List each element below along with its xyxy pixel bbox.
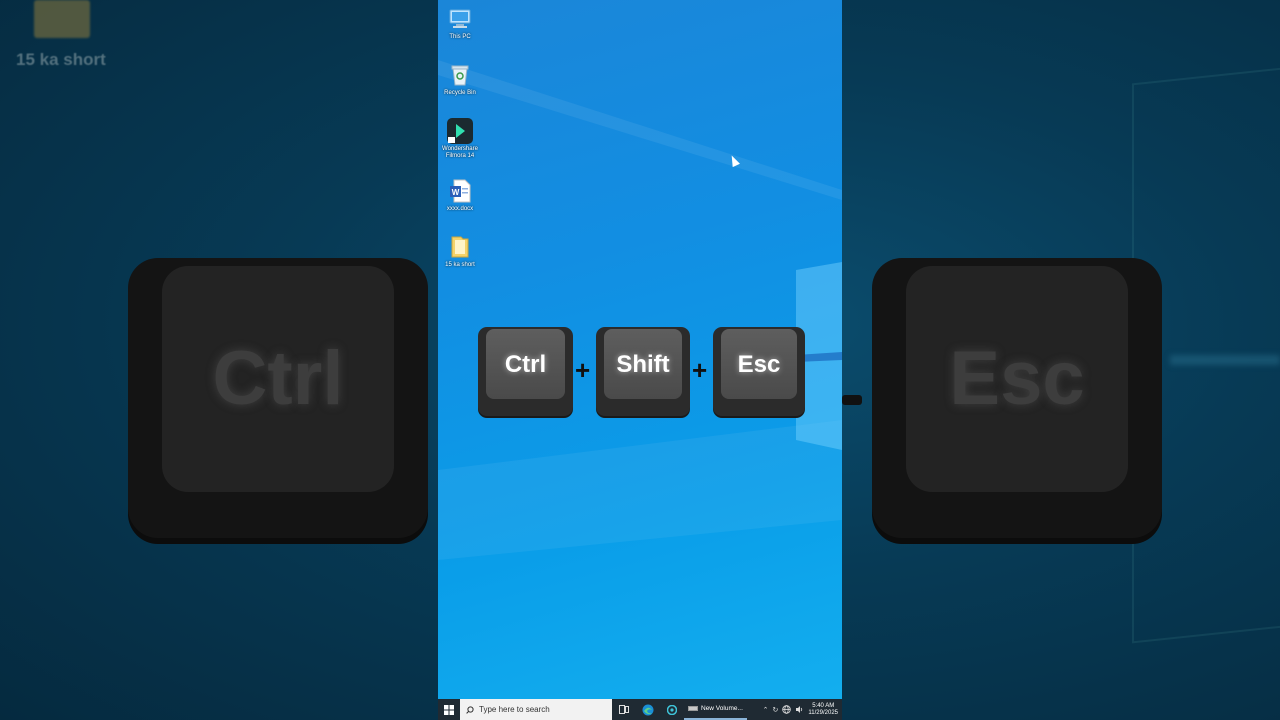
desktop-icon-recycle-bin[interactable]: Recycle Bin	[441, 62, 479, 97]
key-ctrl: Ctrl	[478, 327, 573, 416]
key-label: Esc	[737, 351, 781, 378]
search-icon	[466, 705, 474, 714]
desktop-icon-word-doc[interactable]: W xxxx.docx	[441, 178, 479, 213]
app-circle-icon	[667, 704, 677, 715]
taskbar-search-box[interactable]	[460, 699, 612, 720]
background-folder-icon	[34, 0, 90, 38]
search-input[interactable]	[479, 705, 599, 714]
mouse-cursor	[728, 153, 740, 168]
background-key-right: Esc	[872, 258, 1162, 538]
task-view-icon	[619, 705, 629, 714]
desktop-icon-label: 15 ka short	[445, 262, 475, 268]
start-button[interactable]	[438, 699, 460, 720]
desktop-icon-label: Recycle Bin	[444, 90, 476, 96]
plus-sign: +	[575, 355, 591, 385]
desktop-icon-label: This PC	[449, 34, 471, 40]
plus-sign: +	[692, 355, 708, 385]
taskbar-clock[interactable]: 5:40 AM 11/29/2025	[808, 703, 838, 717]
drive-icon	[688, 706, 698, 711]
desktop-icon-folder[interactable]: 15 ka short	[441, 234, 479, 269]
volume-icon[interactable]	[795, 705, 804, 714]
taskbar: New Volume... ⌃ ↻ 5:40 AM 11/29/2025	[438, 699, 842, 720]
language-icon[interactable]: ↻	[773, 706, 779, 714]
folder-icon	[447, 234, 473, 260]
shortcut-overlay: Ctrl + Shift + Esc	[478, 327, 808, 417]
recycle-bin-icon	[447, 62, 473, 88]
key-esc: Esc	[713, 327, 805, 416]
clock-date: 11/29/2025	[808, 709, 838, 716]
svg-text:W: W	[452, 188, 460, 197]
desktop-icon-label: Wondershare Filmora 14	[442, 146, 478, 159]
task-view-button[interactable]	[612, 699, 636, 720]
key-shift: Shift	[596, 327, 690, 416]
desktop-icon-this-pc[interactable]: This PC	[441, 6, 479, 41]
system-tray: ⌃ ↻ 5:40 AM 11/29/2025	[763, 703, 842, 717]
background-key-right-label: Esc	[949, 335, 1085, 421]
edge-icon	[642, 704, 654, 715]
edge-browser-button[interactable]	[636, 699, 660, 720]
windows-logo-icon	[444, 704, 454, 715]
key-label: Ctrl	[504, 351, 547, 378]
clock-time: 5:40 AM	[812, 702, 835, 709]
word-doc-icon: W	[447, 178, 473, 204]
taskbar-app-new-volume[interactable]: New Volume...	[684, 699, 747, 720]
desktop-icon-label: xxxx.docx	[446, 206, 474, 212]
taskbar-app-label: New Volume...	[701, 705, 743, 712]
filmora-icon	[447, 118, 473, 144]
desktop-icon-filmora[interactable]: Wondershare Filmora 14	[441, 118, 479, 160]
desktop[interactable]: This PC Recycle Bin Wondershare Filmora …	[438, 0, 842, 720]
monitor-icon	[447, 6, 473, 32]
key-label: Shift	[616, 351, 670, 378]
background-folder-label: 15 ka short	[16, 50, 106, 69]
background-key-left: Ctrl	[128, 258, 428, 538]
background-dash	[842, 395, 862, 405]
chevron-up-icon[interactable]: ⌃	[763, 706, 769, 714]
network-globe-icon[interactable]	[782, 705, 792, 714]
background-light-line	[1170, 355, 1280, 365]
background-key-left-label: Ctrl	[212, 335, 344, 421]
app-button[interactable]	[660, 699, 684, 720]
